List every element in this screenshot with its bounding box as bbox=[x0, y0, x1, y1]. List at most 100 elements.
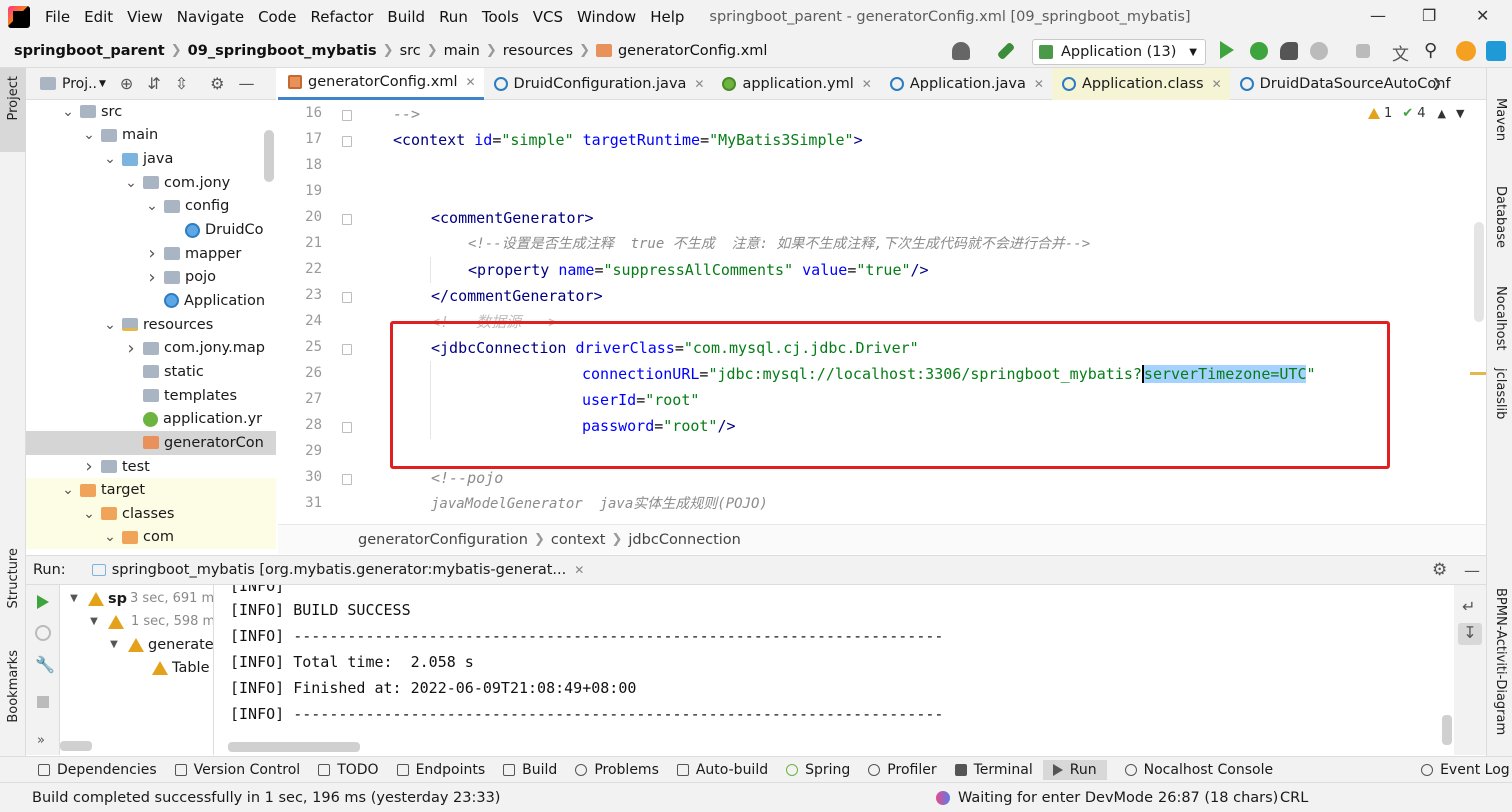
gear-icon[interactable]: ⚙ bbox=[210, 74, 224, 93]
toolwindow-todo[interactable]: TODO bbox=[318, 762, 379, 778]
tree-node[interactable]: › test bbox=[26, 455, 276, 479]
toolwindow-version-control[interactable]: Version Control bbox=[174, 762, 300, 778]
tree-node[interactable]: ⌄ classes bbox=[26, 502, 276, 526]
close-tab-icon[interactable]: ✕ bbox=[694, 77, 704, 91]
tree-node[interactable]: generatorCon bbox=[26, 431, 276, 455]
crumb-project[interactable]: springboot_parent bbox=[14, 43, 165, 59]
console-v-scrollbar[interactable] bbox=[1442, 715, 1452, 745]
fold-marker-icon[interactable] bbox=[342, 344, 352, 355]
update-icon[interactable] bbox=[1456, 41, 1476, 61]
chevron-right-icon[interactable]: › bbox=[83, 456, 95, 477]
collapse-all-icon[interactable]: ⇳ bbox=[175, 74, 188, 93]
chevron-down-icon[interactable]: ⌄ bbox=[83, 506, 95, 522]
chevron-right-icon[interactable]: › bbox=[125, 338, 137, 359]
hide-icon[interactable]: — bbox=[1464, 561, 1480, 580]
close-tab-icon[interactable]: ✕ bbox=[1212, 77, 1222, 91]
close-tab-icon[interactable]: ✕ bbox=[862, 77, 872, 91]
chevron-down-icon[interactable]: ⌄ bbox=[104, 317, 116, 333]
maximize-icon[interactable]: ❐ bbox=[1422, 6, 1436, 25]
menu-help[interactable]: Help bbox=[643, 8, 691, 26]
chevron-down-icon[interactable]: ⌄ bbox=[146, 198, 158, 214]
run-tree-item[interactable]: ▼ 1 sec, 598 ms bbox=[88, 610, 213, 633]
close-tab-icon[interactable]: ✕ bbox=[574, 563, 584, 577]
rerun-icon[interactable] bbox=[37, 595, 49, 609]
maven-stripe-button[interactable]: Maven bbox=[1493, 98, 1508, 141]
breadcrumb-generator-configuration[interactable]: generatorConfiguration bbox=[358, 532, 528, 548]
soft-wrap-icon[interactable]: ↵ bbox=[1462, 597, 1475, 616]
fold-marker-icon[interactable] bbox=[342, 292, 352, 303]
database-stripe-button[interactable]: Database bbox=[1493, 186, 1508, 248]
toolwindow-terminal[interactable]: Terminal bbox=[954, 762, 1033, 778]
gear-icon[interactable]: ⚙ bbox=[1432, 560, 1447, 580]
menu-code[interactable]: Code bbox=[251, 8, 303, 26]
editor-tab[interactable]: application.yml ✕ bbox=[712, 68, 879, 100]
structure-stripe-button[interactable]: Structure bbox=[6, 548, 21, 608]
project-panel-title[interactable]: Proj.. bbox=[62, 76, 97, 92]
tabs-overflow-chevron-icon[interactable]: ❯ bbox=[1432, 76, 1442, 90]
fold-marker-icon[interactable] bbox=[342, 110, 352, 121]
debug-icon[interactable] bbox=[1250, 42, 1268, 60]
crumb-resources[interactable]: resources bbox=[503, 43, 573, 59]
toolwindow-build[interactable]: Build bbox=[503, 762, 557, 778]
breadcrumb-jdbc-connection[interactable]: jdbcConnection bbox=[628, 532, 740, 548]
run-tab-title[interactable]: springboot_mybatis [org.mybatis.generato… bbox=[112, 562, 567, 578]
tree-node[interactable]: ⌄ resources bbox=[26, 313, 276, 337]
editor-tab[interactable]: DruidConfiguration.java ✕ bbox=[484, 68, 713, 100]
hide-icon[interactable]: — bbox=[238, 74, 254, 93]
tree-node[interactable]: ⌄ java bbox=[26, 147, 276, 171]
tree-node[interactable]: › mapper bbox=[26, 242, 276, 266]
toolwindow-event-log[interactable]: Event Log bbox=[1421, 762, 1510, 778]
toolwindow-nocalhost-console[interactable]: Nocalhost Console bbox=[1124, 762, 1273, 778]
tree-node[interactable]: application.yr bbox=[26, 407, 276, 431]
close-tab-icon[interactable]: ✕ bbox=[465, 75, 475, 89]
devmode-status[interactable]: Waiting for enter DevMode bbox=[936, 790, 1153, 806]
crumb-src[interactable]: src bbox=[400, 43, 421, 59]
jetbrains-toolbox-icon[interactable] bbox=[1486, 41, 1506, 61]
stop-icon[interactable] bbox=[1356, 44, 1370, 58]
scroll-to-end-icon[interactable]: ↧ bbox=[1458, 623, 1482, 645]
minimize-icon[interactable]: — bbox=[1370, 6, 1386, 25]
inspection-widget[interactable]: 1 ✔ 4 ▲ ▼ bbox=[1368, 106, 1464, 121]
run-configuration-select[interactable]: Application (13) ▼ bbox=[1032, 39, 1206, 65]
fold-marker-icon[interactable] bbox=[342, 474, 352, 485]
chevron-down-icon[interactable]: ▼ bbox=[99, 79, 106, 89]
fold-marker-icon[interactable] bbox=[342, 422, 352, 433]
bpmn-stripe-button[interactable]: BPMN-Activiti-Diagram bbox=[1493, 588, 1508, 735]
tree-node[interactable]: ⌄ config bbox=[26, 195, 276, 219]
locate-icon[interactable]: ⊕ bbox=[120, 74, 133, 93]
breadcrumb-context[interactable]: context bbox=[551, 532, 606, 548]
crumb-file[interactable]: generatorConfig.xml bbox=[618, 43, 767, 59]
close-tab-icon[interactable]: ✕ bbox=[1034, 77, 1044, 91]
jclasslib-stripe-button[interactable]: jclasslib bbox=[1493, 368, 1508, 419]
tree-node[interactable]: ⌄ com.jony bbox=[26, 171, 276, 195]
previous-highlight-icon[interactable]: ▲ bbox=[1437, 107, 1445, 120]
tree-node[interactable]: › pojo bbox=[26, 266, 276, 290]
toolwindow-auto-build[interactable]: Auto-build bbox=[676, 762, 768, 778]
tree-node[interactable]: ⌄ src bbox=[26, 100, 276, 124]
bookmarks-stripe-button[interactable]: Bookmarks bbox=[6, 650, 21, 723]
editor-tab[interactable]: DruidDataSourceAutoConf bbox=[1230, 68, 1459, 100]
more-icon[interactable]: » bbox=[37, 733, 45, 748]
menu-vcs[interactable]: VCS bbox=[526, 8, 570, 26]
stop-icon[interactable] bbox=[37, 696, 49, 708]
wrench-icon[interactable]: 🔧 bbox=[35, 655, 55, 674]
crumb-module[interactable]: 09_springboot_mybatis bbox=[188, 43, 377, 59]
menu-file[interactable]: File bbox=[38, 8, 77, 26]
editor-tab[interactable]: Application.class ✕ bbox=[1051, 67, 1230, 100]
tree-node[interactable]: ⌄ target bbox=[26, 478, 276, 502]
chevron-down-icon[interactable]: ⌄ bbox=[62, 482, 74, 498]
editor-scrollbar[interactable] bbox=[1474, 222, 1484, 322]
project-scrollbar[interactable] bbox=[264, 130, 274, 182]
menu-run[interactable]: Run bbox=[432, 8, 475, 26]
run-tree-root[interactable]: ▼ sp 3 sec, 691 ms bbox=[68, 587, 213, 610]
next-highlight-icon[interactable]: ▼ bbox=[1456, 107, 1464, 120]
line-separator[interactable]: CRL bbox=[1280, 790, 1308, 806]
tree-node[interactable]: Application bbox=[26, 289, 276, 313]
fold-marker-icon[interactable] bbox=[342, 136, 352, 147]
rerun-failed-icon[interactable] bbox=[35, 625, 51, 641]
menu-window[interactable]: Window bbox=[570, 8, 643, 26]
run-tree-scrollbar[interactable] bbox=[60, 741, 92, 751]
chevron-down-icon[interactable]: ⌄ bbox=[125, 175, 137, 191]
caret-position[interactable]: 26:87 (18 chars) bbox=[1158, 790, 1278, 806]
run-icon[interactable] bbox=[1220, 41, 1234, 59]
